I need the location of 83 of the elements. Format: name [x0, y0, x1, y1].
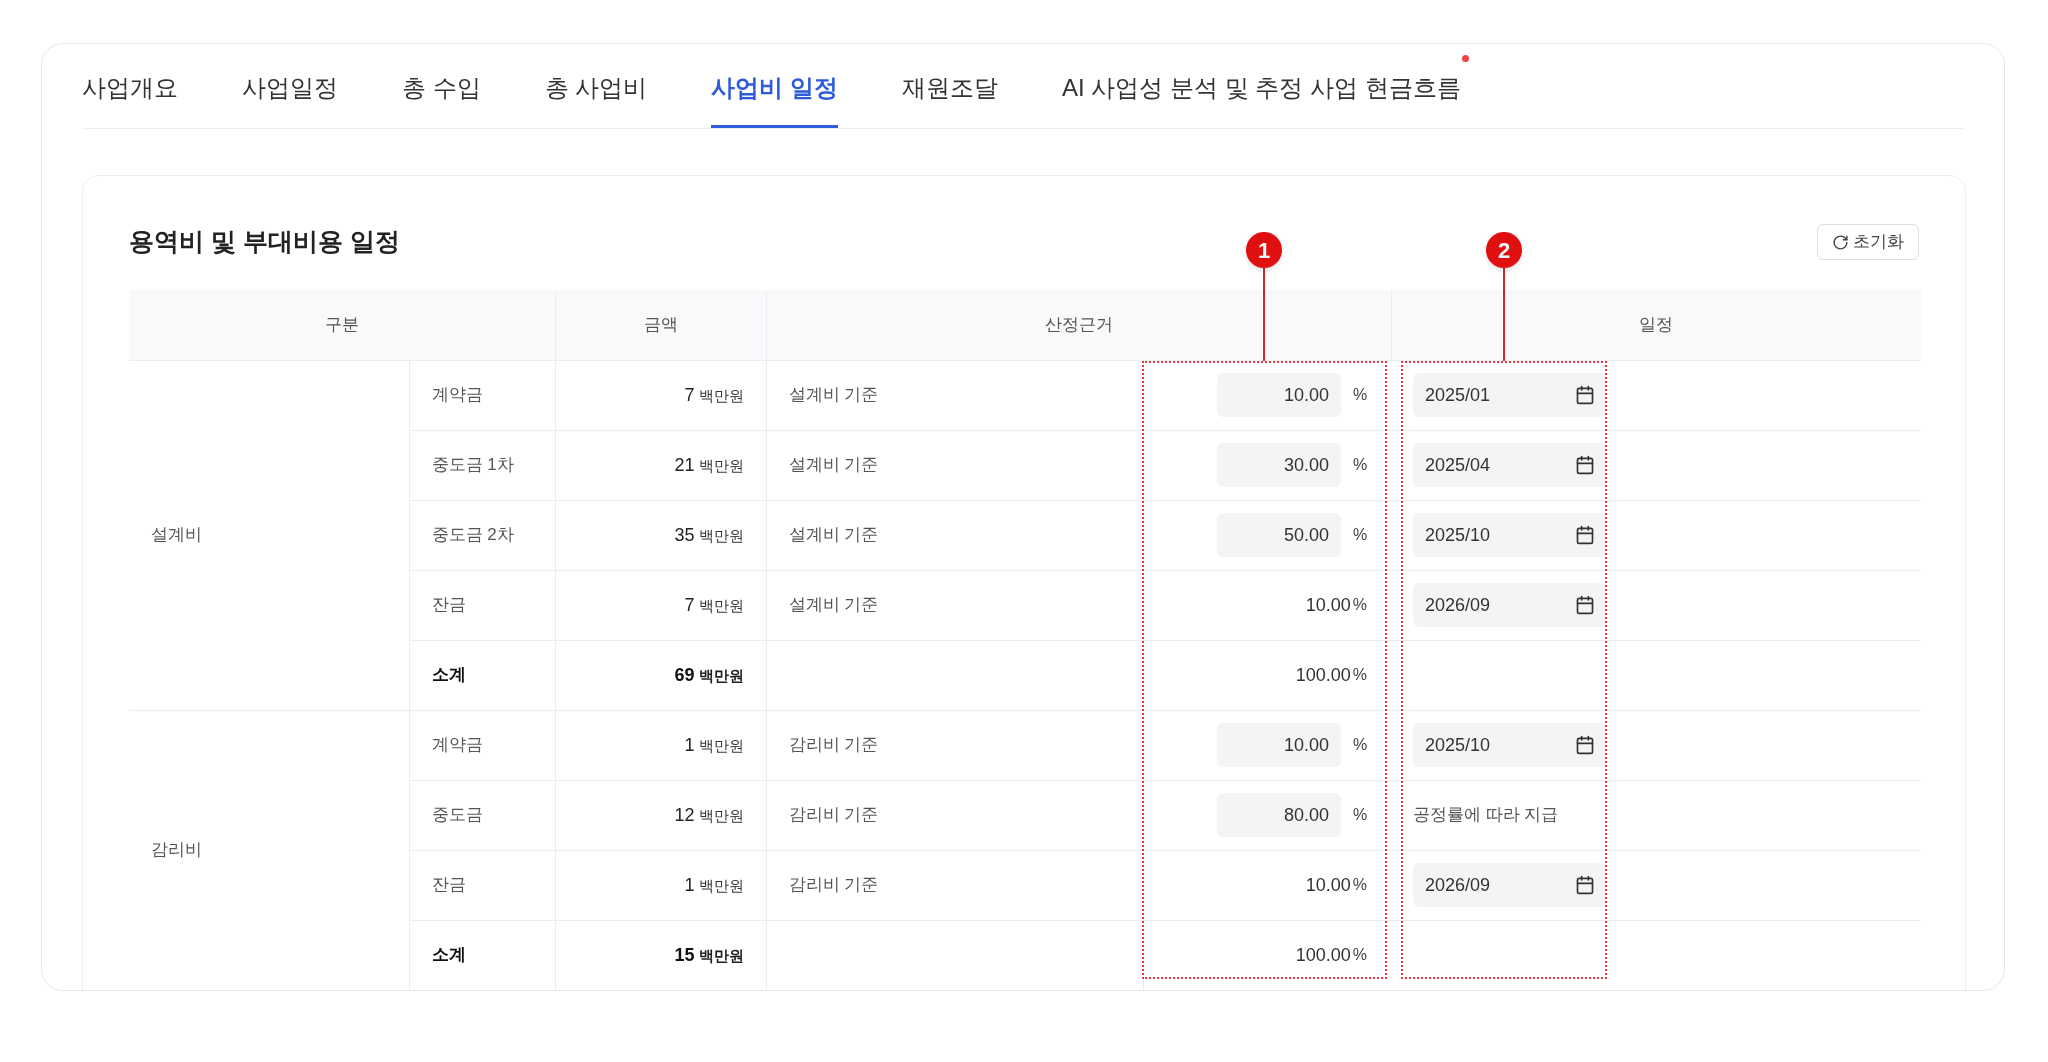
basis-text: 설계비 기준: [788, 385, 879, 405]
tab[interactable]: 사업일정: [242, 44, 338, 128]
percent-value: 10.00: [1305, 873, 1351, 897]
item-label: 잔금: [431, 595, 466, 615]
basis-text: 감리비 기준: [788, 735, 879, 755]
tab[interactable]: 총 사업비: [544, 44, 648, 128]
calendar-icon[interactable]: [1575, 525, 1595, 545]
section-title: 용역비 및 부대비용 일정: [129, 226, 400, 258]
percent-unit: %: [1353, 735, 1367, 755]
category-label: 감리비: [151, 840, 202, 860]
percent-value: 100.00: [1295, 943, 1351, 967]
amount-value: 35: [674, 524, 695, 545]
item-label: 잔금: [431, 875, 466, 895]
amount-value: 7: [684, 594, 695, 615]
callout-marker: 1: [1246, 232, 1282, 268]
item-label: 소계: [431, 945, 466, 965]
refresh-icon: [1832, 233, 1849, 251]
column-header: 금액: [643, 315, 678, 334]
calendar-icon[interactable]: [1575, 455, 1595, 475]
amount-unit: 백만원: [698, 736, 744, 754]
amount-value: 15: [674, 944, 695, 965]
schedule-note: 공정률에 따라 지급: [1413, 805, 1559, 825]
date-field[interactable]: 2026/09: [1413, 583, 1607, 627]
percent-value: 10.00: [1305, 593, 1351, 617]
percent-unit: %: [1352, 875, 1367, 895]
amount-value: 69: [674, 664, 695, 685]
percent-unit: %: [1353, 805, 1367, 825]
column-header: 산정근거: [1044, 315, 1113, 334]
callout-marker: 2: [1486, 232, 1522, 268]
basis-text: 설계비 기준: [788, 455, 879, 475]
amount-value: 21: [674, 454, 695, 475]
percent-unit: %: [1352, 945, 1367, 965]
basis-text: 감리비 기준: [788, 875, 879, 895]
percent-field[interactable]: 10.00: [1217, 373, 1341, 417]
item-label: 계약금: [431, 735, 483, 755]
tab[interactable]: 사업개요: [82, 44, 178, 128]
percent-unit: %: [1353, 385, 1367, 405]
item-label: 중도금: [431, 805, 483, 825]
tab[interactable]: AI 사업성 분석 및 추정 사업 현금흐름: [1062, 44, 1461, 128]
calendar-icon[interactable]: [1575, 735, 1595, 755]
percent-value: 100.00: [1295, 663, 1351, 687]
amount-unit: 백만원: [698, 806, 744, 824]
column-header: 일정: [1639, 315, 1674, 334]
item-label: 소계: [431, 665, 466, 685]
date-field[interactable]: 2025/01: [1413, 373, 1607, 417]
basis-text: 감리비 기준: [788, 805, 879, 825]
reset-button[interactable]: 초기화: [1817, 224, 1919, 260]
amount-unit: 백만원: [698, 666, 744, 684]
date-field[interactable]: 2025/04: [1413, 443, 1607, 487]
calendar-icon[interactable]: [1575, 595, 1595, 615]
calendar-icon[interactable]: [1575, 875, 1595, 895]
tab[interactable]: 재원조달: [902, 44, 998, 128]
percent-field[interactable]: 80.00: [1217, 793, 1341, 837]
basis-text: 설계비 기준: [788, 595, 879, 615]
amount-unit: 백만원: [698, 526, 744, 544]
amount-value: 7: [684, 384, 695, 405]
amount-unit: 백만원: [698, 876, 744, 894]
category-label: 설계비: [151, 525, 202, 545]
date-field[interactable]: 2025/10: [1413, 723, 1607, 767]
percent-unit: %: [1352, 665, 1367, 685]
tab[interactable]: 총 수입: [402, 44, 481, 128]
percent-unit: %: [1352, 595, 1367, 615]
amount-unit: 백만원: [698, 596, 744, 614]
column-header: 구분: [324, 315, 359, 334]
calendar-icon[interactable]: [1575, 385, 1595, 405]
percent-field[interactable]: 10.00: [1217, 723, 1341, 767]
amount-unit: 백만원: [698, 386, 744, 404]
amount-value: 12: [674, 804, 695, 825]
item-label: 중도금 2차: [431, 525, 514, 545]
tab[interactable]: 사업비 일정: [711, 44, 838, 128]
item-label: 중도금 1차: [431, 455, 514, 475]
basis-text: 설계비 기준: [788, 525, 879, 545]
amount-value: 1: [684, 734, 695, 755]
amount-value: 1: [684, 874, 695, 895]
amount-unit: 백만원: [698, 456, 744, 474]
item-label: 계약금: [431, 385, 483, 405]
date-field[interactable]: 2026/09: [1413, 863, 1607, 907]
percent-unit: %: [1353, 455, 1367, 475]
percent-field[interactable]: 30.00: [1217, 443, 1341, 487]
percent-unit: %: [1353, 525, 1367, 545]
amount-unit: 백만원: [698, 946, 744, 964]
date-field[interactable]: 2025/10: [1413, 513, 1607, 557]
percent-field[interactable]: 50.00: [1217, 513, 1341, 557]
